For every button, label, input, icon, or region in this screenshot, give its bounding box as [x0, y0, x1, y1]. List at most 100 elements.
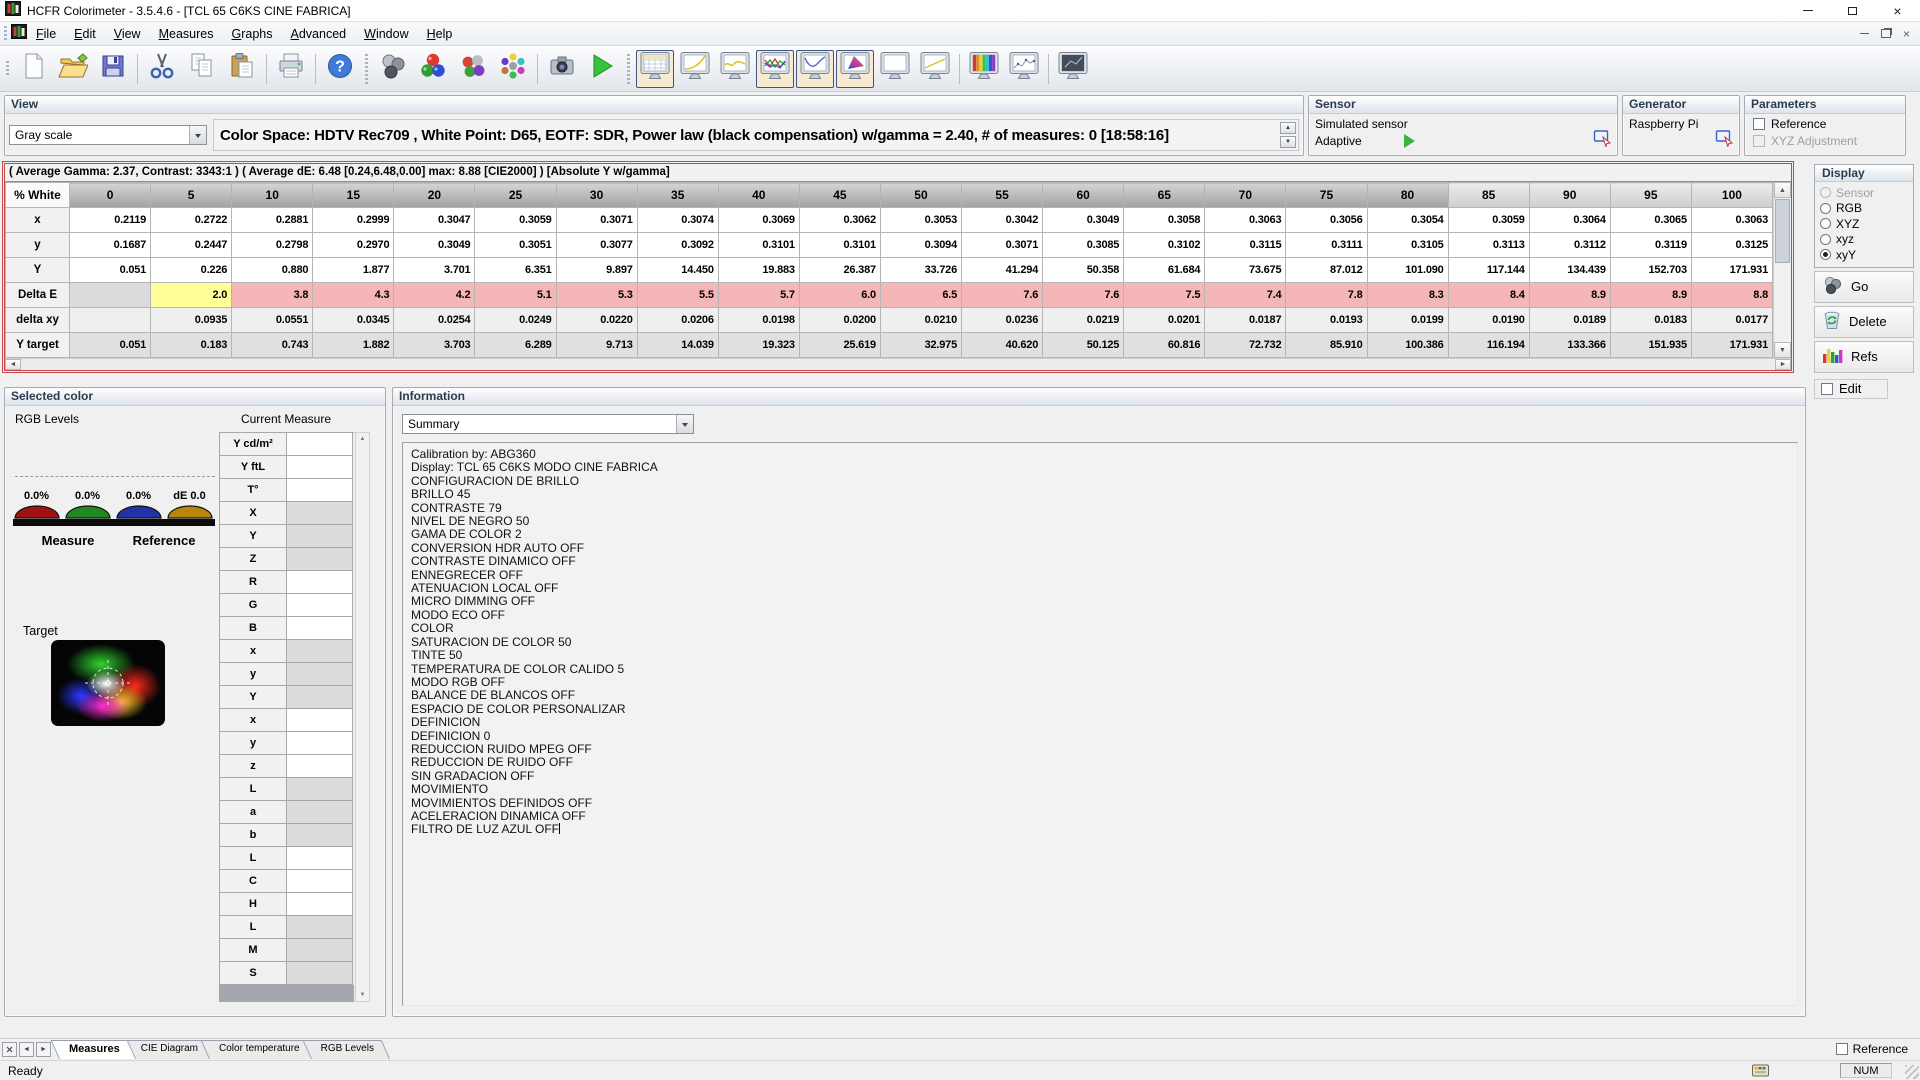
- view-gamma2-chart-button[interactable]: [916, 50, 954, 88]
- grid-vertical-scrollbar[interactable]: ▲ ▼: [1773, 182, 1791, 358]
- measure-colors-button[interactable]: [454, 50, 492, 88]
- grid-cell[interactable]: 0.3064: [1528, 207, 1611, 233]
- grid-cell[interactable]: 0.0345: [312, 307, 395, 333]
- grid-cell[interactable]: 0.3115: [1204, 232, 1287, 258]
- grid-cell[interactable]: 0.3051: [474, 232, 557, 258]
- grid-cell[interactable]: 1.877: [312, 257, 395, 283]
- grid-cell[interactable]: 0.3119: [1609, 232, 1692, 258]
- view-measures-grid-button[interactable]: [636, 49, 674, 88]
- measure-row-value[interactable]: [287, 755, 353, 778]
- grid-column-header[interactable]: 35: [636, 182, 719, 208]
- grid-cell[interactable]: 4.3: [312, 282, 395, 308]
- grid-cell[interactable]: 4.2: [393, 282, 476, 308]
- grid-cell[interactable]: 0.2447: [150, 232, 233, 258]
- grid-cell[interactable]: 19.323: [717, 332, 800, 358]
- grid-cell[interactable]: 0.3102: [1123, 232, 1206, 258]
- refs-button[interactable]: Refs: [1814, 340, 1914, 373]
- maximize-button[interactable]: [1830, 0, 1875, 21]
- mdi-minimize-button[interactable]: [1859, 33, 1869, 34]
- grid-cell[interactable]: 61.684: [1123, 257, 1206, 283]
- measure-row-value[interactable]: [287, 479, 353, 502]
- open-file-button[interactable]: [54, 50, 92, 88]
- measure-row-value[interactable]: [287, 663, 353, 686]
- grid-cell[interactable]: 25.619: [798, 332, 881, 358]
- grid-column-header[interactable]: 0: [68, 182, 152, 208]
- grid-cell[interactable]: 116.194: [1447, 332, 1530, 358]
- grid-column-header[interactable]: 100: [1690, 182, 1774, 208]
- view-gamma-chart-button[interactable]: [676, 50, 714, 88]
- grid-cell[interactable]: 0.3094: [879, 232, 963, 258]
- measure-row-value[interactable]: [287, 525, 353, 548]
- grid-cell[interactable]: 101.090: [1366, 257, 1449, 283]
- grid-cell[interactable]: 6.0: [798, 282, 881, 308]
- menu-item-measures[interactable]: Measures: [150, 23, 223, 45]
- grid-cell[interactable]: 0.183: [150, 332, 233, 358]
- snapshot-button[interactable]: [543, 50, 581, 88]
- delete-button[interactable]: Delete: [1814, 305, 1914, 338]
- grid-cell[interactable]: 5.7: [717, 282, 800, 308]
- tab-color-temperature[interactable]: Color temperature: [200, 1040, 316, 1059]
- reference-checkbox[interactable]: Reference: [1745, 114, 1905, 131]
- grid-cell[interactable]: 0.3058: [1123, 207, 1206, 233]
- chevron-down-icon[interactable]: [676, 415, 693, 433]
- scrollbar-thumb[interactable]: [1775, 199, 1790, 263]
- grid-cell[interactable]: [68, 282, 152, 308]
- grid-cell[interactable]: 151.935: [1609, 332, 1692, 358]
- copy-button[interactable]: [183, 50, 221, 88]
- grid-cell[interactable]: 0.3053: [879, 207, 963, 233]
- measure-row-value[interactable]: [287, 939, 353, 962]
- scroll-up-icon[interactable]: ▲: [360, 433, 366, 445]
- grid-cell[interactable]: 0.0183: [1609, 307, 1692, 333]
- grid-cell[interactable]: 0.2722: [150, 207, 233, 233]
- grid-column-header[interactable]: 55: [961, 182, 1044, 208]
- grid-cell[interactable]: 0.0200: [798, 307, 881, 333]
- menu-item-window[interactable]: Window: [355, 23, 417, 45]
- view-rgb-levels-chart-button[interactable]: [756, 49, 794, 88]
- measure-row-value[interactable]: [287, 801, 353, 824]
- grid-column-header[interactable]: 25: [474, 182, 557, 208]
- display-option-rgb[interactable]: RGB: [1820, 201, 1908, 217]
- grid-cell[interactable]: 0.3085: [1042, 232, 1125, 258]
- grid-column-header[interactable]: 30: [555, 182, 638, 208]
- grid-cell[interactable]: 0.2119: [68, 207, 152, 233]
- scroll-down-icon[interactable]: ▼: [360, 989, 366, 1001]
- grid-column-header[interactable]: 20: [393, 182, 476, 208]
- chevron-down-icon[interactable]: [189, 126, 206, 144]
- grid-cell[interactable]: 0.0193: [1285, 307, 1368, 333]
- sensor-settings-button[interactable]: [374, 50, 412, 88]
- view-3d-chart-button[interactable]: [1054, 50, 1092, 88]
- grid-cell[interactable]: 0.3101: [798, 232, 881, 258]
- grid-cell[interactable]: 0.3111: [1285, 232, 1368, 258]
- grid-cell[interactable]: 0.0551: [231, 307, 314, 333]
- grid-cell[interactable]: 0.3071: [961, 232, 1044, 258]
- grid-cell[interactable]: 0.0249: [474, 307, 557, 333]
- grid-cell[interactable]: 117.144: [1447, 257, 1530, 283]
- generator-configure-button[interactable]: [1715, 129, 1735, 152]
- grid-cell[interactable]: 0.0236: [961, 307, 1044, 333]
- measure-row-value[interactable]: [287, 571, 353, 594]
- sensor-configure-button[interactable]: [1593, 129, 1613, 152]
- grid-column-header[interactable]: 85: [1447, 182, 1530, 208]
- tab-close-button[interactable]: [2, 1042, 17, 1057]
- menu-item-graphs[interactable]: Graphs: [223, 23, 282, 45]
- grid-cell[interactable]: 9.713: [555, 332, 638, 358]
- print-button[interactable]: [272, 50, 310, 88]
- grid-cell[interactable]: 0.743: [231, 332, 314, 358]
- grid-cell[interactable]: 0.051: [68, 332, 152, 358]
- menu-item-advanced[interactable]: Advanced: [282, 23, 356, 45]
- grid-column-header[interactable]: 75: [1285, 182, 1368, 208]
- cut-button[interactable]: [143, 50, 181, 88]
- measure-row-value[interactable]: [287, 456, 353, 479]
- measure-row-value[interactable]: [287, 824, 353, 847]
- measure-rgb-button[interactable]: [414, 50, 452, 88]
- grid-cell[interactable]: 0.3063: [1690, 207, 1774, 233]
- grid-column-header[interactable]: 80: [1366, 182, 1449, 208]
- mdi-restore-button[interactable]: [1880, 29, 1891, 38]
- grid-cell[interactable]: 7.5: [1123, 282, 1206, 308]
- paste-button[interactable]: [223, 50, 261, 88]
- grid-cell[interactable]: 0.0189: [1528, 307, 1611, 333]
- measure-row-value[interactable]: [287, 709, 353, 732]
- mdi-close-button[interactable]: ×: [1903, 28, 1910, 40]
- grid-cell[interactable]: 8.8: [1690, 282, 1774, 308]
- grid-cell[interactable]: 0.3049: [393, 232, 476, 258]
